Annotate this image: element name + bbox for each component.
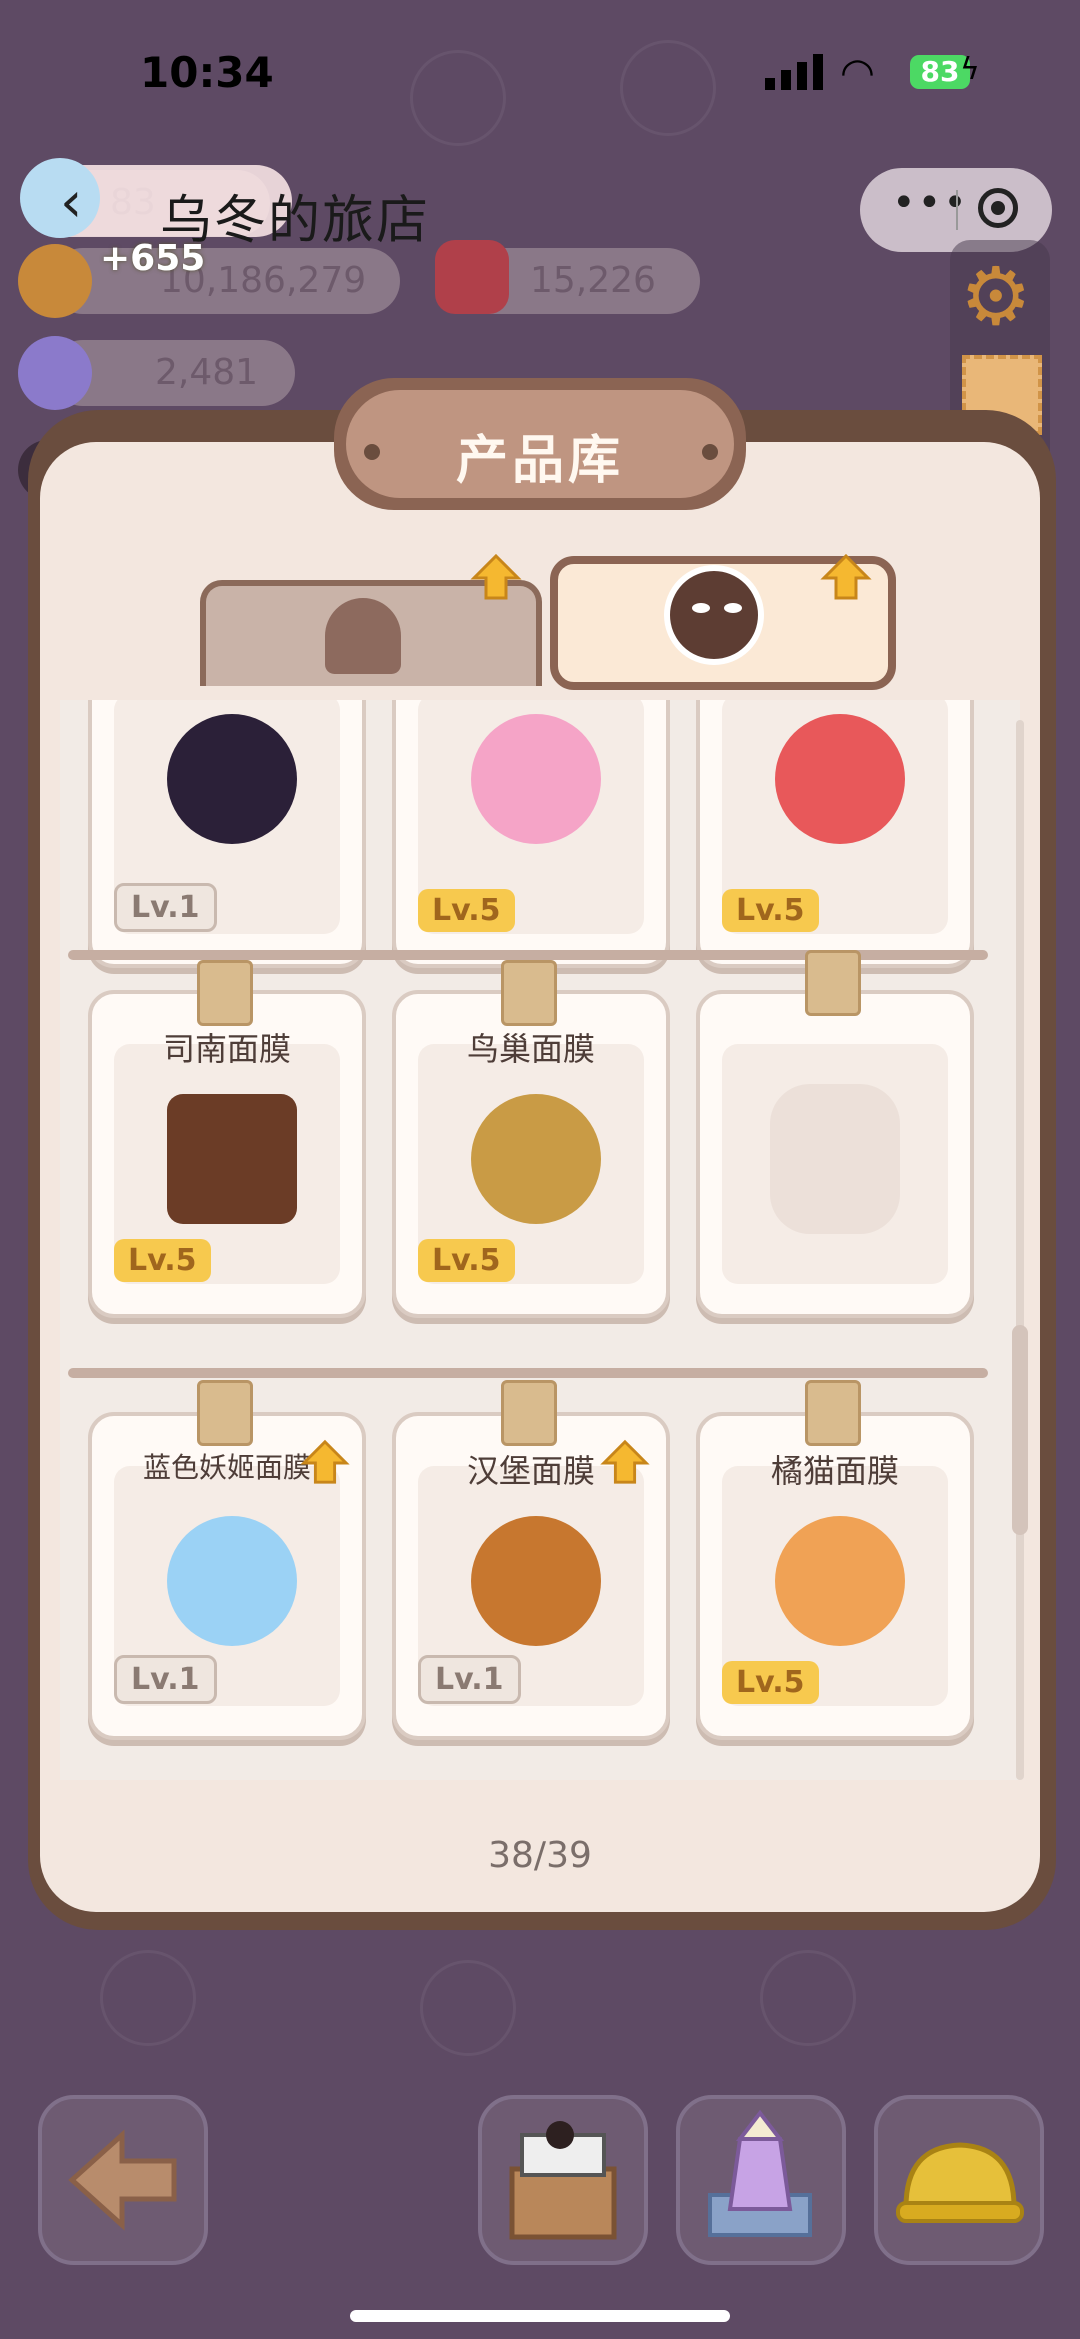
product-card[interactable]: Lv.5 <box>392 700 670 968</box>
background-pattern <box>100 1950 196 2046</box>
scrollbar-thumb[interactable] <box>1012 1325 1028 1535</box>
pencil-tool-button[interactable] <box>676 2095 846 2265</box>
background-pattern <box>760 1950 856 2046</box>
pencil-icon <box>708 2109 812 2237</box>
back-arrow-button[interactable] <box>38 2095 208 2265</box>
level-badge: Lv.5 <box>114 1239 211 1282</box>
product-card-locked[interactable] <box>696 990 974 1318</box>
clip-icon <box>501 1380 557 1446</box>
product-card[interactable]: 橘猫面膜 Lv.5 <box>696 1412 974 1740</box>
box-icon <box>509 2121 617 2240</box>
upgrade-arrow-icon <box>470 553 522 600</box>
clip-icon <box>197 1380 253 1446</box>
divider <box>956 190 958 230</box>
locked-mask-silhouette <box>770 1084 900 1234</box>
gift-box-button[interactable] <box>478 2095 648 2265</box>
back-arrow-icon <box>68 2129 177 2231</box>
bird-nest-mask-picture <box>471 1094 601 1224</box>
hard-hat-button[interactable] <box>874 2095 1044 2265</box>
product-list[interactable]: Lv.1 Lv.5 Lv.5 司南面膜 Lv.5 鸟巢面膜 Lv.5 蓝色妖姬面… <box>60 700 1020 1780</box>
background-pattern <box>420 1960 516 2056</box>
back-button[interactable]: ‹ <box>60 170 82 235</box>
hard-hat-icon <box>896 2142 1024 2223</box>
crystal-value: 2,481 <box>155 352 259 393</box>
coin-icon <box>18 244 92 318</box>
watermelon-picture <box>775 714 905 844</box>
level-badge: Lv.1 <box>418 1655 521 1704</box>
hanging-rope <box>68 1368 988 1378</box>
upgrade-arrow-icon <box>300 1439 350 1484</box>
burger-mask-picture <box>471 1516 601 1646</box>
upgrade-arrow-icon <box>600 1439 650 1484</box>
level-badge: Lv.5 <box>722 1661 819 1704</box>
gain-popup: +655 <box>100 238 206 279</box>
clip-icon <box>805 950 861 1016</box>
charging-icon: ϟ <box>960 52 980 87</box>
wifi-icon: ◠ <box>840 50 875 96</box>
clip-icon <box>501 960 557 1026</box>
signal-icon <box>765 54 823 90</box>
level-badge: Lv.5 <box>418 889 515 932</box>
hair-icon <box>325 598 401 674</box>
level-badge: Lv.5 <box>722 889 819 932</box>
panel-title: 产品库 <box>455 431 624 491</box>
clip-icon <box>805 1380 861 1446</box>
product-card[interactable]: 鸟巢面膜 Lv.5 <box>392 990 670 1318</box>
product-card[interactable]: Lv.5 <box>696 700 974 968</box>
jam-value: 15,226 <box>530 260 656 301</box>
face-mask-icon <box>664 565 764 665</box>
blue-rose-mask-picture <box>167 1516 297 1646</box>
black-mask-picture <box>167 714 297 844</box>
pink-mask-picture <box>471 714 601 844</box>
orange-cat-mask-picture <box>775 1516 905 1646</box>
home-indicator[interactable] <box>350 2310 730 2322</box>
crystal-icon <box>18 336 92 410</box>
level-badge: Lv.1 <box>114 883 217 932</box>
upgrade-arrow-icon <box>820 553 872 600</box>
page-indicator: 38/39 <box>488 1835 592 1876</box>
close-miniprogram-icon[interactable] <box>978 188 1018 228</box>
clip-icon <box>197 960 253 1026</box>
scrollbar-track[interactable] <box>1016 720 1024 1780</box>
clock: 10:34 <box>140 48 274 97</box>
jam-icon <box>435 240 509 314</box>
level-badge: Lv.1 <box>114 1655 217 1704</box>
product-name: 司南面膜 <box>162 1030 291 1068</box>
product-name: 鸟巢面膜 <box>466 1030 595 1068</box>
product-card[interactable]: 司南面膜 Lv.5 <box>88 990 366 1318</box>
level-badge: Lv.5 <box>418 1239 515 1282</box>
status-bar: 10:34 ◠ 83 ϟ <box>0 0 1080 150</box>
settings-gear-icon[interactable]: ⚙ <box>960 250 1032 343</box>
product-name: 橘猫面膜 <box>770 1452 899 1490</box>
product-card[interactable]: Lv.1 <box>88 700 366 968</box>
compass-mask-picture <box>167 1094 297 1224</box>
